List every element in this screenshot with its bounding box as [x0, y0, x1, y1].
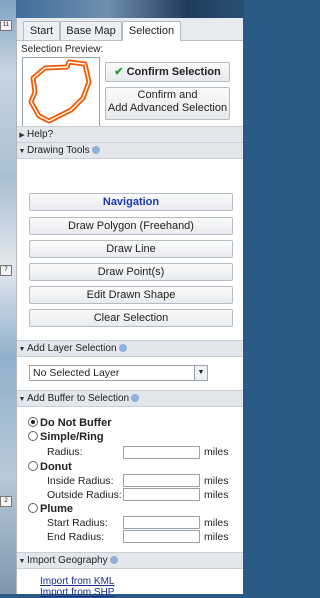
- inside-radius-unit: miles: [204, 475, 229, 487]
- radio-icon: [28, 503, 38, 513]
- confirm-advanced-selection-button[interactable]: Confirm and Add Advanced Selection: [105, 87, 230, 120]
- draw-line-button[interactable]: Draw Line: [29, 240, 233, 258]
- dropdown-arrow-icon[interactable]: ▼: [194, 366, 207, 380]
- navigation-button[interactable]: Navigation: [29, 193, 233, 211]
- help-icon[interactable]: [118, 344, 127, 353]
- map-background-left[interactable]: 11 7 2: [0, 0, 16, 594]
- map-background-top[interactable]: [16, 0, 244, 18]
- expanded-arrow-icon: ▼: [18, 396, 26, 403]
- selection-preview: [22, 57, 100, 129]
- radius-unit: miles: [204, 446, 229, 458]
- start-radius-label: Start Radius:: [47, 517, 108, 529]
- tab-bar: Start Base Map Selection: [17, 18, 243, 41]
- collapsed-arrow-icon: ▶: [19, 132, 25, 139]
- confirm-selection-button[interactable]: ✔ Confirm Selection: [105, 62, 230, 82]
- check-icon: ✔: [114, 66, 124, 78]
- map-label-tag: 2: [0, 496, 12, 507]
- draw-polygon-button[interactable]: Draw Polygon (Freehand): [29, 217, 233, 235]
- expanded-arrow-icon: ▼: [18, 148, 26, 155]
- radio-do-not-buffer[interactable]: Do Not Buffer: [28, 417, 112, 429]
- selection-preview-label: Selection Preview:: [21, 44, 104, 55]
- radio-icon: [28, 461, 38, 471]
- tab-base-map[interactable]: Base Map: [60, 21, 122, 40]
- inside-radius-label: Inside Radius:: [47, 475, 114, 487]
- radio-donut[interactable]: Donut: [28, 461, 72, 473]
- import-shp-link[interactable]: Import from SHP: [40, 587, 114, 598]
- expanded-arrow-icon: ▼: [18, 558, 26, 565]
- draw-points-button[interactable]: Draw Point(s): [29, 263, 233, 281]
- outside-radius-input[interactable]: [123, 488, 200, 501]
- radius-label: Radius:: [47, 446, 83, 458]
- start-radius-unit: miles: [204, 517, 229, 529]
- map-label-tag: 11: [0, 20, 12, 31]
- expanded-arrow-icon: ▼: [18, 346, 26, 353]
- tab-selection[interactable]: Selection: [122, 21, 181, 41]
- help-icon[interactable]: [91, 146, 100, 155]
- end-radius-unit: miles: [204, 531, 229, 543]
- end-radius-input[interactable]: [123, 530, 200, 543]
- tab-start[interactable]: Start: [23, 21, 60, 40]
- clear-selection-button[interactable]: Clear Selection: [29, 309, 233, 327]
- drawing-tools-header[interactable]: ▼ Drawing Tools: [17, 142, 243, 159]
- inside-radius-input[interactable]: [123, 474, 200, 487]
- import-kml-link[interactable]: Import from KML: [40, 576, 114, 587]
- map-label-tag: 7: [0, 265, 12, 276]
- help-icon[interactable]: [109, 556, 118, 565]
- add-buffer-header[interactable]: ▼ Add Buffer to Selection: [17, 390, 243, 407]
- help-icon[interactable]: [131, 394, 140, 403]
- selection-shape-preview: [28, 59, 92, 124]
- outside-radius-label: Outside Radius:: [47, 489, 122, 501]
- selection-panel: Start Base Map Selection Selection Previ…: [16, 18, 243, 598]
- end-radius-label: End Radius:: [47, 531, 105, 543]
- import-geography-header[interactable]: ▼ Import Geography: [17, 552, 243, 569]
- edit-drawn-shape-button[interactable]: Edit Drawn Shape: [29, 286, 233, 304]
- start-radius-input[interactable]: [123, 516, 200, 529]
- radio-selected-icon: [28, 417, 38, 427]
- add-layer-selection-header[interactable]: ▼ Add Layer Selection: [17, 340, 243, 357]
- help-section-header[interactable]: ▶ Help?: [17, 126, 243, 143]
- radio-icon: [28, 431, 38, 441]
- radio-plume[interactable]: Plume: [28, 503, 73, 515]
- radius-input[interactable]: [123, 446, 200, 459]
- outside-radius-unit: miles: [204, 489, 229, 501]
- radio-simple-ring[interactable]: Simple/Ring: [28, 431, 104, 443]
- layer-select[interactable]: No Selected Layer ▼: [29, 365, 208, 381]
